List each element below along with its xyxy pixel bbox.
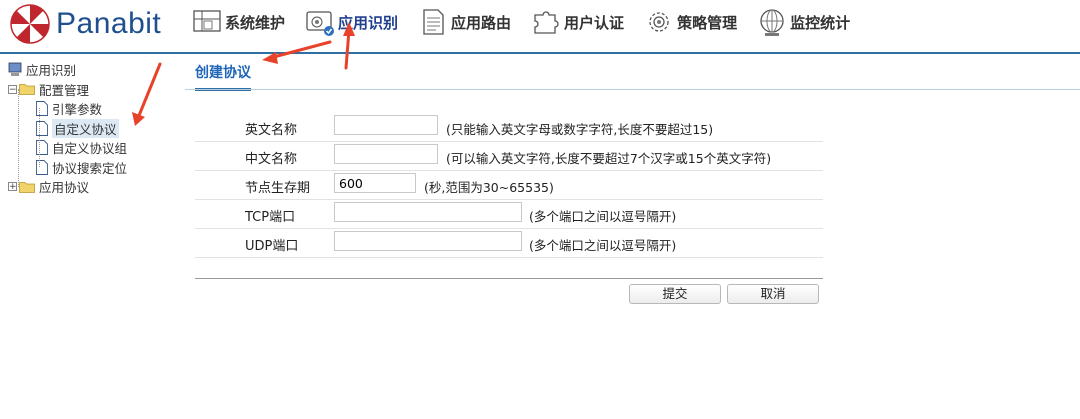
sidebar-tree: 应用识别 − 配置管理 引擎参数 自定义协议 自定义协议组 协议搜索定位 + 应…: [8, 60, 188, 197]
menu-user-auth[interactable]: 用户认证: [531, 6, 624, 38]
form-row-chinese-name: 中文名称 (可以输入英文字符,长度不要超过7个汉字或15个英文字符): [195, 142, 823, 171]
submit-button[interactable]: 提交: [629, 284, 721, 304]
tab-underline-divider: [185, 89, 1080, 90]
top-navigation-bar: Panabit 系统维护 应用识别 应用路由 用户认证 策略管理 监控统计: [0, 0, 1080, 54]
menu-app-recognition[interactable]: 应用识别: [305, 6, 398, 38]
chinese-name-label: 中文名称: [245, 152, 298, 167]
tree-label: 自定义协议: [52, 118, 119, 138]
document-icon: [36, 159, 48, 175]
expand-toggle-icon[interactable]: +: [8, 182, 17, 192]
tree-label: 自定义协议组: [52, 141, 128, 157]
udp-port-label: UDP端口: [245, 239, 299, 254]
english-name-hint: (只能输入英文字母或数字字符,长度不要超过15): [446, 122, 714, 137]
tab-create-protocol[interactable]: 创建协议: [195, 62, 251, 91]
menu-policy-management[interactable]: 策略管理: [644, 6, 737, 38]
udp-port-hint: (多个端口之间以逗号隔开): [529, 238, 677, 253]
folder-open-icon: [19, 84, 35, 96]
brand-name: Panabit: [56, 7, 162, 40]
tcp-port-input[interactable]: [334, 202, 522, 222]
node-ttl-label: 节点生存期: [245, 181, 311, 196]
tree-item-custom-protocol-group[interactable]: 自定义协议组: [8, 138, 188, 158]
menu-app-routing[interactable]: 应用路由: [418, 6, 511, 38]
menu-system-maintenance[interactable]: 系统维护: [192, 6, 285, 38]
node-ttl-hint: (秒,范围为30~65535): [424, 180, 554, 195]
app-recognition-icon: [306, 11, 335, 36]
create-protocol-form: 英文名称 (只能输入英文字母或数字字符,长度不要超过15) 中文名称 (可以输入…: [195, 113, 823, 258]
monitor-stats-icon: [760, 9, 784, 36]
form-row-node-ttl: 节点生存期 (秒,范围为30~65535): [195, 171, 823, 200]
tree-connector: [39, 108, 40, 167]
form-row-udp-port: UDP端口 (多个端口之间以逗号隔开): [195, 229, 823, 258]
document-icon: [36, 120, 48, 136]
tree-item-config-management[interactable]: − 配置管理: [8, 80, 188, 100]
node-ttl-input[interactable]: [334, 173, 416, 193]
chinese-name-input[interactable]: [334, 144, 438, 164]
collapse-toggle-icon[interactable]: −: [8, 84, 17, 94]
form-row-tcp-port: TCP端口 (多个端口之间以逗号隔开): [195, 200, 823, 229]
english-name-label: 英文名称: [245, 123, 298, 138]
tree-label: 协议搜索定位: [52, 160, 128, 176]
cancel-button[interactable]: 取消: [727, 284, 819, 304]
document-icon: [36, 140, 48, 156]
tree-item-app-protocols[interactable]: + 应用协议: [8, 177, 188, 197]
menu-label: 监控统计: [790, 13, 851, 32]
tree-label: 引擎参数: [52, 102, 103, 118]
udp-port-input[interactable]: [334, 231, 522, 251]
tree-label: 配置管理: [39, 82, 90, 98]
tree-connector: [18, 89, 19, 187]
tree-root-app-recognition[interactable]: 应用识别: [8, 60, 188, 80]
tree-item-engine-params[interactable]: 引擎参数: [8, 99, 188, 119]
english-name-input[interactable]: [334, 115, 438, 135]
chinese-name-hint: (可以输入英文字符,长度不要超过7个汉字或15个英文字符): [446, 151, 772, 166]
tree-label: 应用协议: [39, 180, 90, 196]
user-auth-icon: [534, 11, 559, 34]
menu-label: 策略管理: [677, 13, 738, 32]
folder-icon: [19, 181, 35, 193]
brand-logo: Panabit: [10, 4, 161, 44]
tree-item-protocol-search[interactable]: 协议搜索定位: [8, 158, 188, 178]
tcp-port-hint: (多个端口之间以逗号隔开): [529, 209, 677, 224]
app-routing-icon: [423, 9, 444, 35]
form-footer-divider: [195, 278, 823, 279]
form-row-english-name: 英文名称 (只能输入英文字母或数字字符,长度不要超过15): [195, 113, 823, 142]
policy-gear-icon: [649, 12, 669, 32]
menu-label: 系统维护: [225, 13, 286, 32]
tree-item-custom-protocol[interactable]: 自定义协议: [8, 118, 188, 139]
menu-label: 应用路由: [451, 13, 512, 32]
main-menu: 系统维护 应用识别 应用路由 用户认证 策略管理 监控统计: [192, 6, 870, 38]
menu-label: 应用识别: [338, 13, 399, 32]
menu-monitor-stats[interactable]: 监控统计: [757, 6, 850, 38]
tcp-port-label: TCP端口: [245, 210, 296, 225]
panabit-logo-icon: [10, 4, 50, 44]
system-maintenance-icon: [193, 10, 221, 32]
computer-icon: [8, 62, 22, 77]
menu-label: 用户认证: [564, 13, 625, 32]
tree-label: 应用识别: [26, 63, 77, 79]
document-icon: [36, 101, 48, 117]
